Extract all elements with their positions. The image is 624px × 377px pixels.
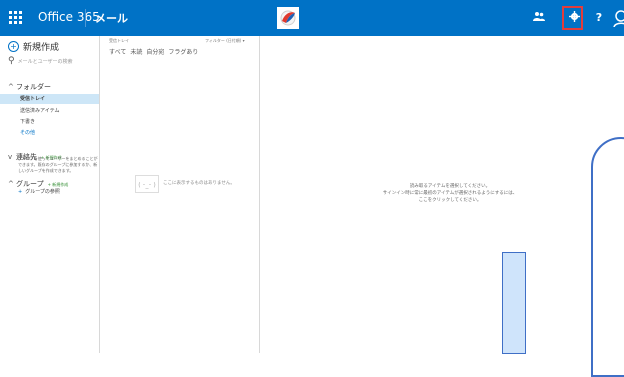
groups-browse-link[interactable]: + グループの参照 bbox=[18, 188, 60, 195]
reading-pane-message: 読み取るアイテムを選択してください。 サインイン時に常に最初のアイテムが選択され… bbox=[365, 183, 535, 204]
sidebar-item-drafts[interactable]: 下書き bbox=[0, 117, 99, 127]
plus-circle-icon: + bbox=[8, 41, 19, 52]
product-name[interactable]: Office 365 bbox=[38, 9, 100, 25]
groups-new-link[interactable]: + 新規作成 bbox=[48, 182, 69, 187]
callout-bar-shape bbox=[502, 252, 526, 354]
folders-header-label: フォルダー bbox=[16, 83, 51, 91]
top-bar: Office 365 メール ? bbox=[0, 0, 624, 36]
people-icon[interactable] bbox=[530, 9, 548, 27]
list-divider bbox=[259, 36, 260, 353]
help-icon[interactable]: ? bbox=[590, 9, 608, 27]
groups-header-label: グループ bbox=[16, 180, 44, 188]
waffle-icon[interactable] bbox=[9, 11, 23, 25]
sidebar-item-sent[interactable]: 送信済みアイテム bbox=[0, 106, 99, 116]
tab-flagged[interactable]: フラグあり bbox=[168, 47, 198, 56]
groups-description: グループを使ってユーザーをまとめることができます。既存のグループに参加するか、新… bbox=[18, 156, 98, 173]
reading-pane-line1: 読み取るアイテムを選択してください。 bbox=[409, 184, 491, 189]
groups-browse-label: グループの参照 bbox=[25, 189, 60, 195]
search-input[interactable]: ⚲ メールとユーザーの検索 bbox=[8, 54, 96, 68]
gear-highlight-box bbox=[562, 6, 583, 30]
list-folder-title: 受信トレイ bbox=[109, 38, 129, 43]
tab-to-me[interactable]: 自分宛 bbox=[146, 47, 164, 56]
nav-divider bbox=[99, 36, 100, 353]
avatar-icon[interactable] bbox=[612, 9, 624, 28]
search-icon: ⚲ bbox=[8, 56, 15, 66]
topbar-divider bbox=[85, 9, 86, 27]
filter-tabs: すべて 未読 自分宛 フラグあり bbox=[109, 47, 198, 56]
plus-icon: + bbox=[18, 189, 23, 195]
new-mail-button[interactable]: + 新規作成 bbox=[8, 40, 59, 53]
folders-header[interactable]: ^ フォルダー bbox=[8, 82, 51, 92]
callout-balloon-shape bbox=[591, 137, 624, 377]
empty-list-message: ( ･_･ ) ここに表示するものはありません。 bbox=[135, 175, 243, 193]
search-placeholder: メールとユーザーの検索 bbox=[17, 58, 73, 65]
reading-pane-line2[interactable]: サインイン時に常に最初のアイテムが選択されるようにするには、 bbox=[365, 190, 535, 197]
office-logo-icon bbox=[277, 7, 299, 29]
empty-face-icon: ( ･_･ ) bbox=[135, 175, 159, 193]
sidebar-item-inbox[interactable]: 受信トレイ bbox=[0, 94, 99, 104]
new-mail-label: 新規作成 bbox=[23, 43, 60, 53]
tab-unread[interactable]: 未読 bbox=[130, 47, 142, 56]
tab-all[interactable]: すべて bbox=[109, 47, 126, 56]
chevron-up-icon: ^ bbox=[8, 180, 14, 188]
app-name: メール bbox=[95, 12, 128, 25]
chevron-up-icon: ^ bbox=[8, 83, 14, 91]
empty-list-text: ここに表示するものはありません。 bbox=[163, 181, 235, 186]
chevron-down-icon: v bbox=[8, 153, 13, 161]
reading-pane-line3[interactable]: ここをクリックしてください。 bbox=[365, 197, 535, 204]
filter-dropdown[interactable]: フィルター (日付順) ▾ bbox=[205, 38, 245, 44]
sidebar-item-more[interactable]: その他 bbox=[0, 128, 99, 138]
left-navigation: + 新規作成 ⚲ メールとユーザーの検索 ^ フォルダー 受信トレイ 送信済みアイ… bbox=[0, 36, 99, 353]
